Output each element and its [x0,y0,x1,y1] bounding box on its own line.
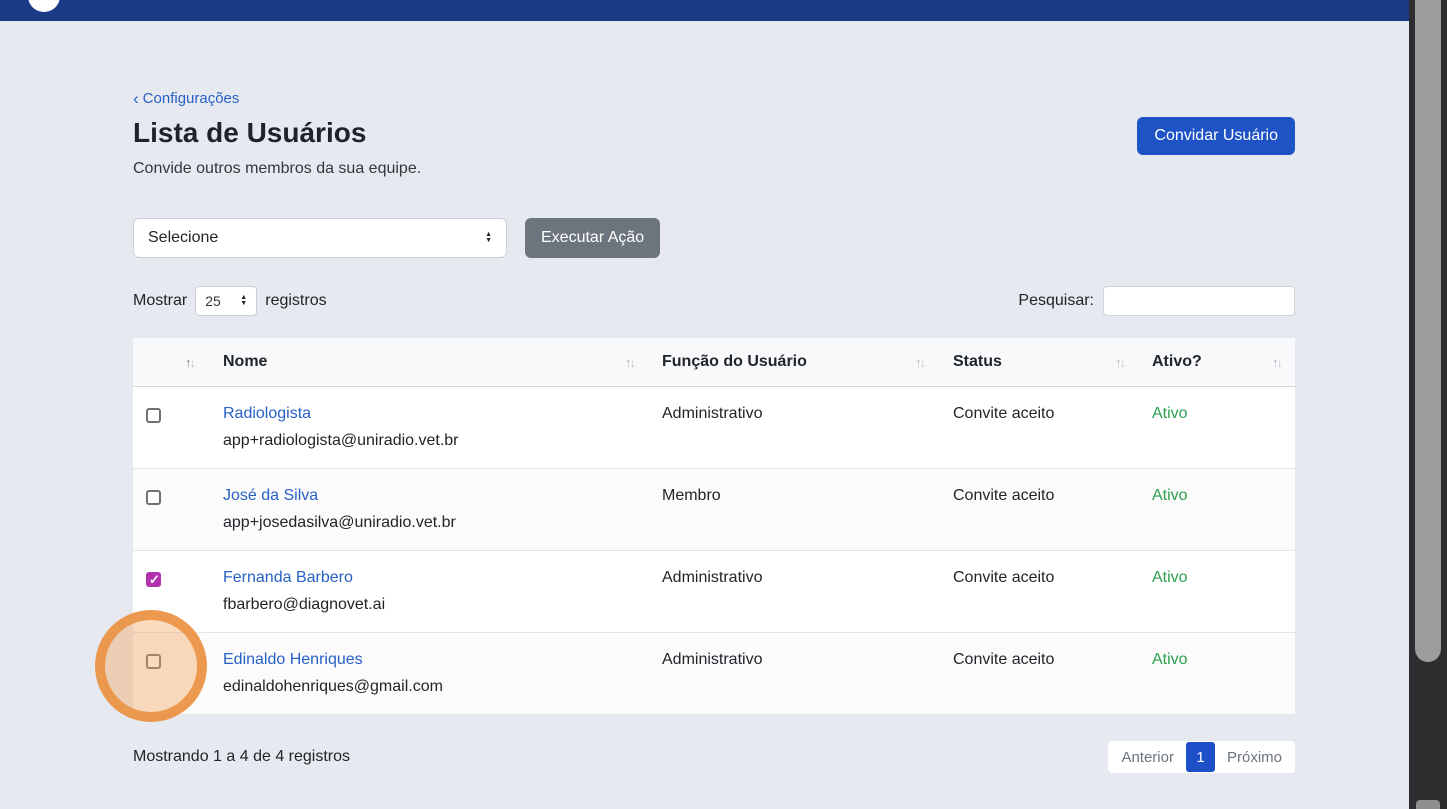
scrollbar-thumb[interactable] [1415,0,1441,662]
user-status: Convite aceito [938,633,1138,714]
select-caret-icon: ▲▼ [485,232,492,244]
column-header-funcao[interactable]: Função do Usuário ↑↓ [648,338,938,386]
column-header-select[interactable]: ↑↓ [133,338,208,386]
search-label: Pesquisar: [1018,292,1094,310]
breadcrumb-label: Configurações [143,90,240,107]
pagination-previous[interactable]: Anterior [1109,749,1186,766]
chevron-left-icon: ‹ [133,91,139,106]
table-header-row: ↑↓ Nome ↑↓ Função do Usuário ↑↓ Status ↑… [133,338,1295,387]
scrollbar-bottom-piece[interactable] [1416,800,1440,809]
table-row: Fernanda Barbero fbarbero@diagnovet.ai A… [133,551,1295,633]
page-subtitle: Convide outros membros da sua equipe. [133,160,1295,178]
pagination-next[interactable]: Próximo [1215,749,1294,766]
table-controls: Mostrar 25 ▲▼ registros Pesquisar: [133,286,1295,316]
users-table: ↑↓ Nome ↑↓ Função do Usuário ↑↓ Status ↑… [133,338,1295,715]
invite-user-button[interactable]: Convidar Usuário [1137,117,1295,155]
breadcrumb-configuracoes[interactable]: ‹ Configurações [133,90,239,107]
user-active-status: Ativo [1138,551,1295,632]
execute-action-button[interactable]: Executar Ação [525,218,660,258]
user-active-status: Ativo [1138,387,1295,468]
page-size-control: Mostrar 25 ▲▼ registros [133,286,327,316]
main-content: ‹ Configurações Lista de Usuários Convid… [133,21,1295,773]
row-checkbox[interactable] [146,654,161,669]
user-role: Membro [648,469,938,550]
sort-icon: ↑↓ [1272,355,1283,370]
user-status: Convite aceito [938,387,1138,468]
select-caret-icon: ▲▼ [240,295,247,307]
user-active-status: Ativo [1138,469,1295,550]
user-role: Administrativo [648,633,938,714]
table-row: Edinaldo Henriques edinaldohenriques@gma… [133,633,1295,715]
user-role: Administrativo [648,387,938,468]
user-role: Administrativo [648,551,938,632]
records-summary: Mostrando 1 a 4 de 4 registros [133,748,350,766]
sort-icon: ↑↓ [915,355,926,370]
column-header-status[interactable]: Status ↑↓ [938,338,1138,386]
sort-icon: ↑↓ [625,355,636,370]
sort-icon: ↑↓ [185,355,196,370]
user-status: Convite aceito [938,551,1138,632]
page-title: Lista de Usuários [133,116,1295,150]
row-checkbox[interactable] [146,490,161,505]
sort-icon: ↑↓ [1115,355,1126,370]
top-navbar [0,0,1447,21]
table-row: Radiologista app+radiologista@uniradio.v… [133,387,1295,469]
user-name-link[interactable]: José da Silva [223,487,648,505]
user-name-link[interactable]: Fernanda Barbero [223,569,648,587]
user-name-link[interactable]: Edinaldo Henriques [223,651,648,669]
page-size-select[interactable]: 25 ▲▼ [195,286,257,316]
column-header-ativo[interactable]: Ativo? ↑↓ [1138,338,1295,386]
pagination: Anterior 1 Próximo [1108,741,1295,773]
scrollbar-track[interactable] [1409,0,1447,809]
user-active-status: Ativo [1138,633,1295,714]
row-checkbox[interactable] [146,572,161,587]
logo-circle [28,0,60,12]
column-label: Nome [223,353,267,371]
page-header: Lista de Usuários Convide outros membros… [133,116,1295,178]
show-label: Mostrar [133,292,187,310]
column-label: Ativo? [1152,353,1202,371]
bulk-action-select-value: Selecione [148,229,218,247]
column-label: Status [953,353,1002,371]
user-status: Convite aceito [938,469,1138,550]
user-email: edinaldohenriques@gmail.com [223,678,648,696]
user-name-link[interactable]: Radiologista [223,405,648,423]
row-checkbox[interactable] [146,408,161,423]
user-email: app+radiologista@uniradio.vet.br [223,432,648,450]
search-input[interactable] [1103,286,1295,316]
column-label: Função do Usuário [662,353,807,371]
bulk-action-select[interactable]: Selecione ▲▼ [133,218,507,258]
table-footer: Mostrando 1 a 4 de 4 registros Anterior … [133,741,1295,773]
records-label: registros [265,292,326,310]
table-row: José da Silva app+josedasilva@uniradio.v… [133,469,1295,551]
page-size-value: 25 [205,293,221,309]
user-email: app+josedasilva@uniradio.vet.br [223,514,648,532]
search-control: Pesquisar: [1018,286,1295,316]
user-email: fbarbero@diagnovet.ai [223,596,648,614]
column-header-nome[interactable]: Nome ↑↓ [208,338,648,386]
pagination-page-1[interactable]: 1 [1186,742,1215,772]
bulk-action-row: Selecione ▲▼ Executar Ação [133,218,1295,258]
